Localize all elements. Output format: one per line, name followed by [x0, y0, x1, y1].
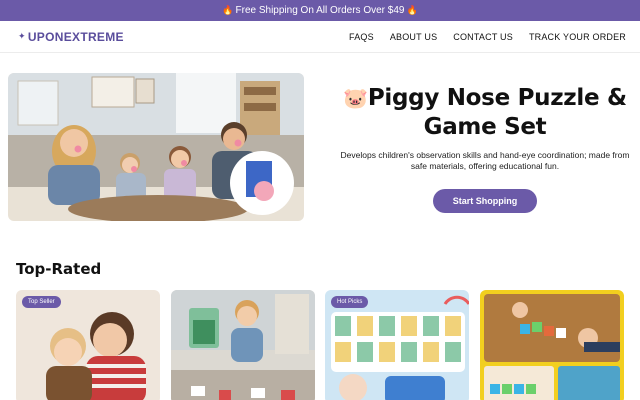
top-seller-badge: Top Seller: [22, 296, 61, 308]
product-card[interactable]: [480, 290, 624, 400]
family-playing-photo: [8, 73, 304, 221]
hero-description: Develops children's observation skills a…: [340, 150, 630, 171]
product-card[interactable]: Top Seller: [16, 290, 160, 400]
main-nav: FAQS ABOUT US CONTACT US TRACK YOUR ORDE…: [349, 32, 626, 42]
product-image: [171, 290, 315, 400]
hero-content: 🐷Piggy Nose Puzzle & Game Set Develops c…: [330, 84, 640, 213]
fire-icon: 🔥: [406, 5, 418, 15]
hero-image[interactable]: [8, 73, 304, 221]
promo-bar: 🔥 Free Shipping On All Orders Over $49 🔥: [0, 0, 640, 21]
product-card[interactable]: Hot Picks: [325, 290, 469, 400]
logo-text: UPONEXTREME: [27, 29, 124, 44]
start-shopping-button[interactable]: Start Shopping: [432, 189, 538, 213]
site-header: ✦ UPONEXTREME FAQS ABOUT US CONTACT US T…: [0, 21, 640, 53]
promo-text: Free Shipping On All Orders Over $49: [235, 5, 405, 16]
pig-icon: 🐷: [343, 86, 368, 110]
nav-link-contact-us[interactable]: CONTACT US: [453, 32, 513, 42]
logo[interactable]: ✦ UPONEXTREME: [18, 30, 124, 44]
product-image: [480, 290, 624, 400]
nav-link-about-us[interactable]: ABOUT US: [390, 32, 437, 42]
sparkle-icon: ✦: [18, 31, 26, 41]
product-card[interactable]: [171, 290, 315, 400]
top-rated-heading: Top-Rated: [16, 260, 102, 278]
hot-picks-badge: Hot Picks: [331, 296, 369, 308]
nav-link-track-order[interactable]: TRACK YOUR ORDER: [529, 32, 626, 42]
hero-title: 🐷Piggy Nose Puzzle & Game Set: [343, 85, 627, 140]
nav-link-faqs[interactable]: FAQS: [349, 32, 374, 42]
fire-icon: 🔥: [222, 5, 234, 15]
